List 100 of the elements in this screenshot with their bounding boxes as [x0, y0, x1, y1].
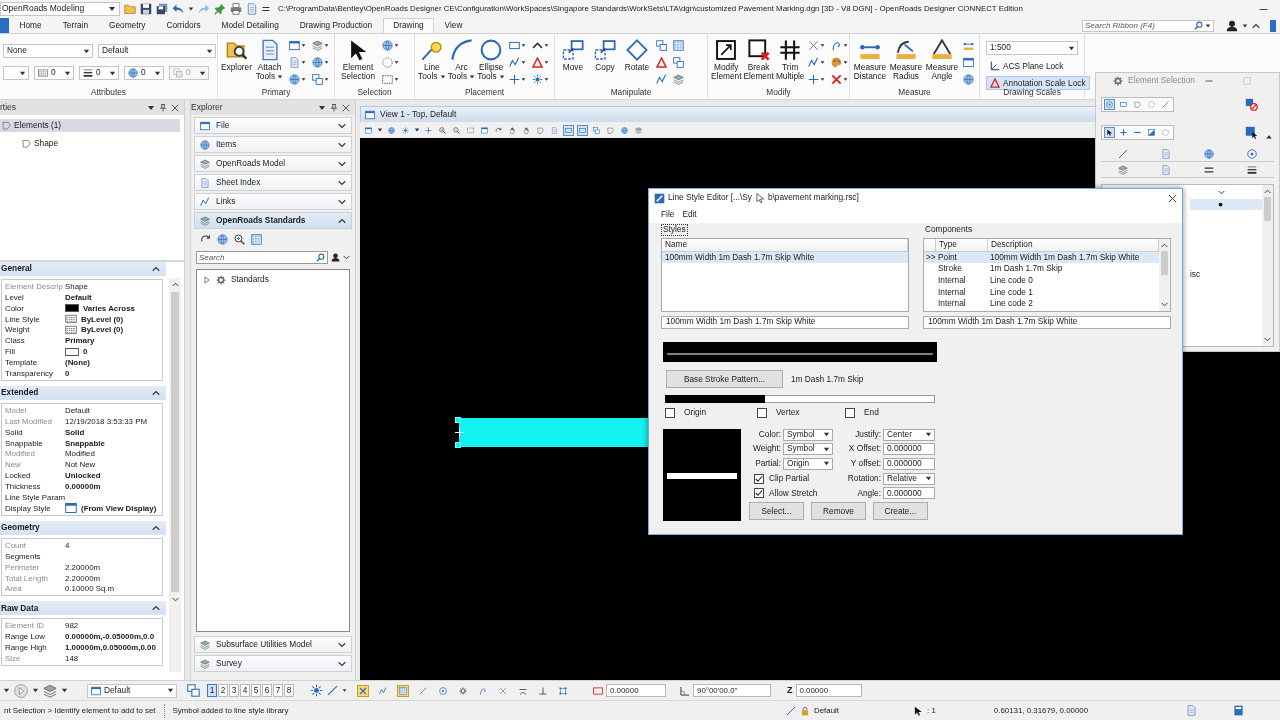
- caret-icon[interactable]: [318, 103, 326, 112]
- crosshair-icon[interactable]: [808, 74, 820, 85]
- overlapping-windows-icon[interactable]: [591, 124, 602, 136]
- attribute-dropdown[interactable]: 0: [34, 66, 74, 80]
- column-header[interactable]: [924, 238, 936, 251]
- close-icon[interactable]: [171, 103, 179, 112]
- target-icon[interactable]: [1104, 99, 1115, 110]
- attribute-dropdown[interactable]: None: [3, 44, 93, 58]
- list-row[interactable]: Internal Line code 1: [924, 286, 1159, 299]
- view-button[interactable]: 1: [207, 684, 217, 697]
- dropdown[interactable]: Symbol: [783, 443, 833, 456]
- ribbon-tool-button[interactable]: Move: [558, 37, 588, 74]
- ribbon-tab[interactable]: View: [434, 18, 473, 33]
- search-field[interactable]: Search: [196, 251, 328, 264]
- ribbon-tool-button[interactable]: Modify Element: [711, 37, 742, 83]
- column-header[interactable]: Name: [662, 238, 908, 251]
- caret-icon[interactable]: [188, 6, 194, 12]
- scrollbar[interactable]: [169, 278, 181, 672]
- grid-icon[interactable]: [397, 684, 409, 697]
- checkbox[interactable]: [754, 488, 764, 499]
- explorer-section[interactable]: Items: [194, 136, 352, 153]
- checkbox[interactable]: [754, 473, 764, 484]
- triangle-icon[interactable]: [656, 57, 667, 68]
- checkbox[interactable]: [665, 407, 675, 418]
- target-icon[interactable]: [1247, 149, 1258, 159]
- up-triangle-icon[interactable]: [1266, 134, 1272, 140]
- ribbon-tool-button[interactable]: Break Element: [743, 37, 774, 83]
- ribbon-tool-button[interactable]: Measure Distance: [853, 37, 887, 83]
- ribbon-tool-button[interactable]: Line Tools: [418, 37, 446, 83]
- user-icon[interactable]: [1226, 19, 1238, 32]
- checkbox[interactable]: [756, 407, 767, 418]
- overlapping-windows-icon[interactable]: [187, 684, 200, 697]
- dialog-button[interactable]: Select...: [749, 502, 804, 521]
- printer-icon[interactable]: [230, 3, 242, 15]
- zoom-in-icon[interactable]: [234, 234, 245, 245]
- tree-item[interactable]: Shape: [20, 137, 61, 150]
- overlapping-windows-icon[interactable]: [656, 40, 667, 51]
- ribbon-tab[interactable]: Corridors: [155, 18, 212, 33]
- no-entry-icon[interactable]: [1245, 98, 1258, 111]
- line-icon[interactable]: [786, 705, 796, 716]
- menu-item[interactable]: Edit: [682, 210, 697, 220]
- rectangle-icon[interactable]: [577, 124, 588, 136]
- dropdown[interactable]: Symbol: [783, 428, 833, 441]
- palette-icon[interactable]: [831, 57, 843, 68]
- caret-icon[interactable]: [147, 103, 155, 112]
- ribbon-tool-button[interactable]: Trim Multiple: [775, 37, 805, 83]
- ruler-line-icon[interactable]: [963, 40, 974, 51]
- stacked-disks-icon[interactable]: [156, 3, 168, 15]
- menu-item[interactable]: File: [661, 210, 675, 220]
- list-row[interactable]: Stroke 1m Dash 1.7m Skip: [924, 263, 1159, 275]
- user-icon[interactable]: [331, 253, 340, 262]
- lock-icon[interactable]: [800, 705, 810, 716]
- view-button[interactable]: 3: [229, 684, 239, 697]
- chevron-up-icon[interactable]: [532, 40, 543, 51]
- explorer-section[interactable]: File: [194, 117, 352, 134]
- close-icon[interactable]: [342, 103, 350, 112]
- line-icon[interactable]: [327, 685, 338, 696]
- explorer-section[interactable]: Links: [194, 193, 352, 210]
- window-icon[interactable]: [289, 40, 300, 51]
- undo-icon[interactable]: [172, 3, 184, 15]
- window-icon[interactable]: [363, 124, 374, 136]
- explorer-section[interactable]: OpenRoads Model: [194, 155, 352, 172]
- square-pointer-icon[interactable]: [1245, 125, 1258, 139]
- explorer-section[interactable]: Subsurface Utilities Model: [194, 636, 352, 653]
- ribbon-tool-button[interactable]: Arc Tools: [447, 37, 476, 83]
- view-button[interactable]: 2: [218, 684, 228, 697]
- panel-pin-icon[interactable]: [330, 103, 338, 112]
- view-button[interactable]: 8: [284, 684, 294, 697]
- base-stroke-pattern-button[interactable]: Base Stroke Pattern...: [666, 369, 783, 388]
- caret-icon[interactable]: [61, 687, 68, 694]
- scrollbar[interactable]: [1262, 185, 1273, 346]
- rectangle-icon[interactable]: [563, 124, 574, 136]
- dashed-rectangle-icon[interactable]: [382, 74, 393, 85]
- scrollbar-thumb[interactable]: [171, 292, 179, 592]
- column-header[interactable]: Type: [936, 238, 988, 251]
- overlapping-windows-icon[interactable]: [312, 74, 323, 85]
- folder-icon[interactable]: [124, 3, 136, 15]
- workflow-dropdown[interactable]: OpenRoads Modeling: [0, 2, 120, 16]
- text-field[interactable]: 0.000000: [883, 487, 935, 500]
- scale-dropdown[interactable]: 1:500: [986, 41, 1078, 55]
- grid-icon[interactable]: [251, 234, 262, 245]
- globe-icon[interactable]: [289, 74, 300, 85]
- ribbon-tab[interactable]: Terrain: [52, 18, 99, 33]
- pushpin-icon[interactable]: [214, 3, 226, 15]
- ribbon-tool-button[interactable]: Copy: [590, 37, 620, 74]
- curve-hook-icon[interactable]: [831, 40, 843, 51]
- dropdown[interactable]: Origin: [783, 457, 833, 470]
- hand-icon[interactable]: [521, 124, 532, 136]
- ribbon-tab[interactable]: Model Detailing: [211, 18, 290, 33]
- text-field[interactable]: 0.000000: [883, 443, 935, 456]
- dialog-button[interactable]: Create...: [873, 502, 928, 521]
- view-button[interactable]: 7: [273, 684, 283, 697]
- attribute-dropdown[interactable]: Default: [98, 44, 216, 58]
- attribute-dropdown[interactable]: 0: [79, 66, 119, 80]
- ribbon-tool-button[interactable]: Measure Angle: [925, 37, 959, 83]
- caret-icon[interactable]: [3, 687, 10, 694]
- document-icon[interactable]: [246, 3, 258, 15]
- ribbon-search-field[interactable]: Search Ribbon (F4): [1082, 19, 1214, 32]
- rectangle-icon[interactable]: [509, 40, 520, 51]
- chevron-down-icon[interactable]: [1218, 188, 1225, 196]
